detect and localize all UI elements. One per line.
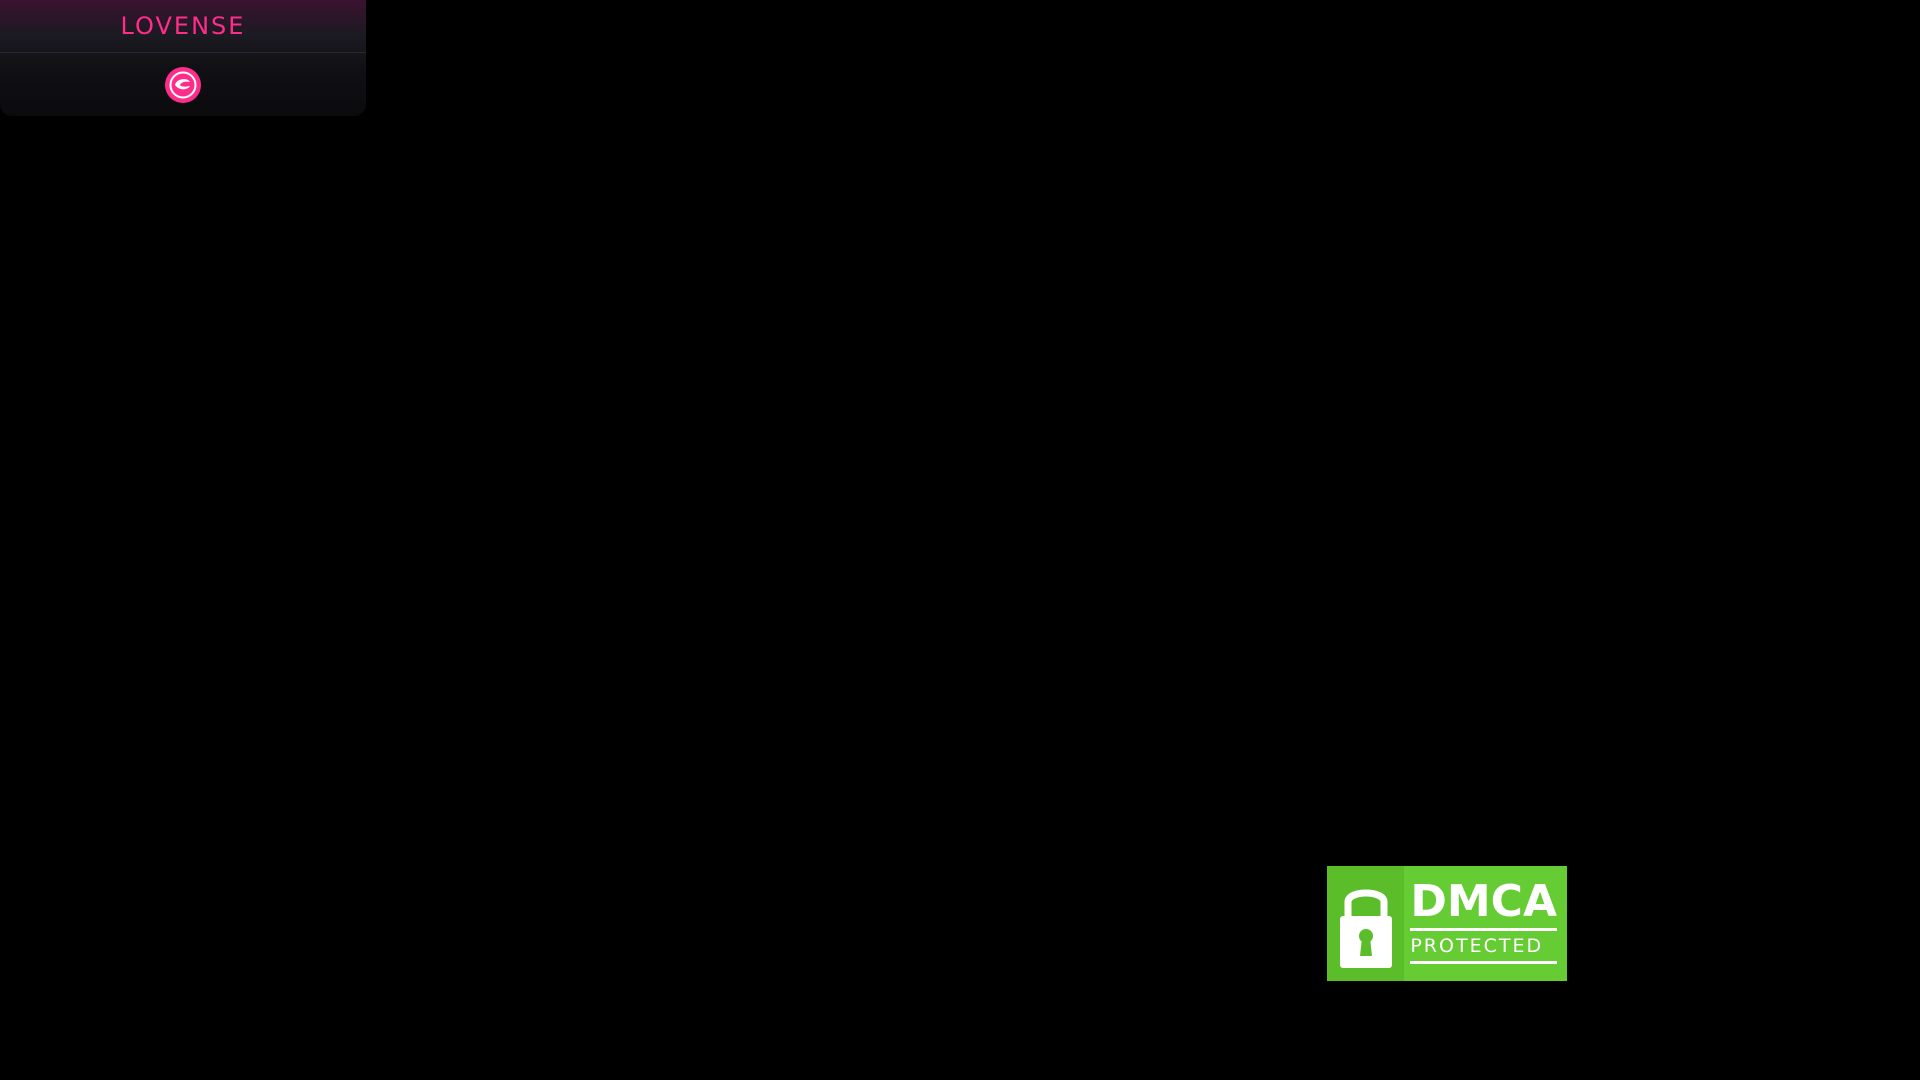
lovense-widget: LOVENSE	[0, 0, 366, 116]
dmca-subtitle: PROTECTED	[1410, 934, 1544, 957]
dmca-protected-badge[interactable]: DMCA PROTECTED	[1327, 866, 1567, 981]
dmca-title: DMCA	[1410, 875, 1557, 927]
dmca-divider-bottom	[1410, 960, 1557, 964]
video-stage: LOVENSE DMCA PROTECTED	[0, 0, 1920, 1080]
lovense-header: LOVENSE	[0, 0, 366, 53]
lovense-toy-button[interactable]	[165, 66, 201, 103]
lovense-toy-area	[0, 53, 366, 116]
dmca-divider	[1410, 927, 1557, 931]
dmca-text-block: DMCA PROTECTED	[1404, 866, 1567, 981]
lovense-toy-icon	[169, 71, 197, 98]
padlock-icon	[1339, 889, 1392, 968]
dmca-lock-panel	[1327, 866, 1405, 981]
lovense-logo: LOVENSE	[120, 12, 246, 40]
